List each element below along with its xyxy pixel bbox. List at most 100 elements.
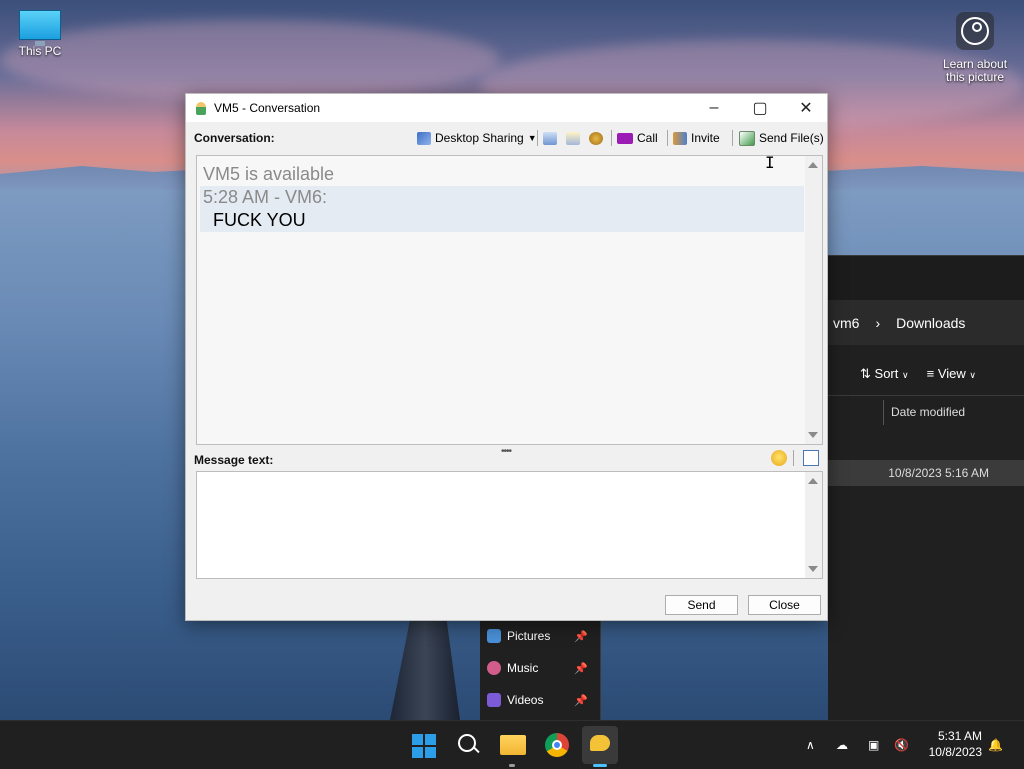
chevron-right-icon: › [875, 314, 881, 331]
notes-icon [543, 131, 557, 145]
search-icon[interactable] [458, 734, 476, 752]
scroll-up-icon[interactable] [808, 162, 818, 168]
close-window-button[interactable]: ✕ [783, 94, 829, 122]
running-indicator [509, 764, 515, 767]
monitor-icon [19, 10, 61, 46]
maximize-button[interactable]: ▢ [737, 94, 783, 122]
nav-item-label: Videos [507, 693, 544, 707]
message-text: FUCK YOU [213, 210, 306, 230]
file-row[interactable]: 10/8/2023 5:16 AM [828, 460, 1024, 486]
file-row-date: 10/8/2023 5:16 AM [888, 466, 989, 480]
pin-icon: 📌 [574, 662, 588, 675]
notification-bell-icon[interactable]: 🔔 [988, 721, 1003, 769]
chrome-icon[interactable] [545, 733, 569, 757]
message-input[interactable] [197, 472, 806, 580]
show-hidden-icons-chevron-icon[interactable]: ∧ [806, 721, 815, 769]
info-icon [566, 131, 580, 145]
scroll-down-icon[interactable] [808, 566, 818, 572]
conversation-label: Conversation: [194, 131, 275, 145]
sort-icon: ⇅ [860, 365, 871, 381]
network-icon[interactable]: ▣ [868, 721, 879, 769]
chevron-down-icon: ∨ [902, 369, 909, 380]
nav-item-label: Music [507, 661, 539, 675]
music-icon [487, 661, 501, 675]
view-label: View [937, 366, 966, 381]
view-button[interactable]: ≡ View ∨ [927, 366, 976, 381]
text-cursor-icon: I [765, 153, 775, 172]
pictures-icon [487, 629, 501, 643]
window-title: VM5 - Conversation [214, 101, 321, 115]
emoticon-icon[interactable] [771, 450, 787, 466]
column-header-date-modified[interactable]: Date modified [883, 400, 965, 425]
send-files-label: Send File(s) [759, 131, 824, 145]
chevron-down-icon: ∨ [969, 370, 976, 380]
desktop-sharing-label: Desktop Sharing [435, 131, 524, 145]
close-button[interactable]: Close [748, 595, 821, 615]
taskbar: ∧ ☁ ▣ 🔇 5:31 AM 10/8/2023 🔔 [0, 720, 1024, 769]
explorer-toolbar: ⇅ Sort ∨ ≡ View ∨ [828, 352, 1024, 396]
toolbar-separator [611, 130, 612, 146]
conversation-window: VM5 - Conversation – ▢ ✕ Conversation: D… [185, 93, 828, 621]
breadcrumb-vm6[interactable]: vm6 [833, 315, 859, 331]
info-button[interactable] [566, 128, 580, 148]
learn-label-line2: this picture [945, 70, 1005, 84]
wallpaper-cloud [0, 20, 500, 100]
toolbar-separator [793, 450, 794, 466]
minimize-button[interactable]: – [691, 94, 737, 122]
status-line: VM5 is available [203, 164, 335, 184]
title-bar[interactable]: VM5 - Conversation – ▢ ✕ [186, 94, 827, 122]
pin-icon: 📌 [574, 694, 588, 707]
pin-icon: 📌 [574, 630, 588, 643]
send-button[interactable]: Send [665, 595, 738, 615]
messenger-icon [590, 735, 610, 751]
video-camera-icon [617, 132, 633, 144]
sort-button[interactable]: ⇅ Sort ∨ [860, 366, 909, 382]
history-scrollbar[interactable] [805, 156, 822, 444]
send-files-button[interactable]: Send File(s) [739, 128, 824, 148]
clock-time: 5:31 AM [937, 729, 982, 743]
cookie-icon [589, 131, 603, 145]
scroll-up-icon[interactable] [808, 478, 818, 484]
explorer-nav-pane: Pictures 📌 Music 📌 Videos 📌 [480, 620, 601, 720]
messenger-taskbar-button[interactable] [582, 726, 618, 764]
videos-icon [487, 693, 501, 707]
nav-item-videos[interactable]: Videos 📌 [480, 684, 600, 716]
dropdown-arrow-icon: ▼ [527, 133, 537, 143]
toolbar-separator [537, 130, 538, 146]
view-icon: ≡ [926, 366, 935, 381]
message-input-box[interactable] [196, 471, 823, 580]
scroll-down-icon[interactable] [808, 432, 818, 438]
user-status-icon [196, 101, 206, 115]
font-format-icon[interactable] [803, 450, 819, 466]
windows-logo-icon [412, 734, 423, 745]
desktop-sharing-icon [417, 131, 431, 145]
input-scrollbar[interactable] [805, 472, 822, 578]
onedrive-icon[interactable]: ☁ [836, 721, 848, 769]
call-button[interactable]: Call [617, 128, 658, 148]
active-indicator [593, 764, 607, 767]
file-explorer-window: vm6 › Downloads ⇅ Sort ∨ ≡ View ∨ Date m… [828, 255, 1024, 720]
volume-muted-icon[interactable]: 🔇 [894, 721, 909, 769]
notes-button[interactable] [543, 128, 557, 148]
this-pc-desktop-icon[interactable]: This PC [10, 10, 70, 58]
nav-item-pictures[interactable]: Pictures 📌 [480, 620, 600, 652]
breadcrumb: vm6 › Downloads [828, 300, 1024, 345]
location-pin-icon [956, 12, 994, 50]
breadcrumb-downloads[interactable]: Downloads [896, 315, 965, 331]
invite-label: Invite [691, 131, 720, 145]
conversation-history[interactable]: VM5 is available 5:28 AM - VM6: FUCK YOU [196, 155, 823, 445]
splitter-grip[interactable]: •••• [501, 446, 512, 457]
toolbar-separator [667, 130, 668, 146]
nav-item-music[interactable]: Music 📌 [480, 652, 600, 684]
toolbar-separator [732, 130, 733, 146]
desktop-sharing-button[interactable]: Desktop Sharing ▼ [417, 128, 537, 148]
file-explorer-icon[interactable] [500, 735, 526, 755]
message-header: 5:28 AM - VM6: [203, 187, 328, 207]
invite-button[interactable]: Invite [673, 128, 720, 148]
start-button[interactable] [412, 734, 436, 758]
this-pc-label: This PC [18, 44, 62, 58]
clock[interactable]: 5:31 AM 10/8/2023 [918, 728, 982, 760]
game-button[interactable] [589, 128, 603, 148]
learn-about-picture[interactable]: Learn about this picture [940, 12, 1010, 84]
sort-label: Sort [874, 365, 899, 381]
